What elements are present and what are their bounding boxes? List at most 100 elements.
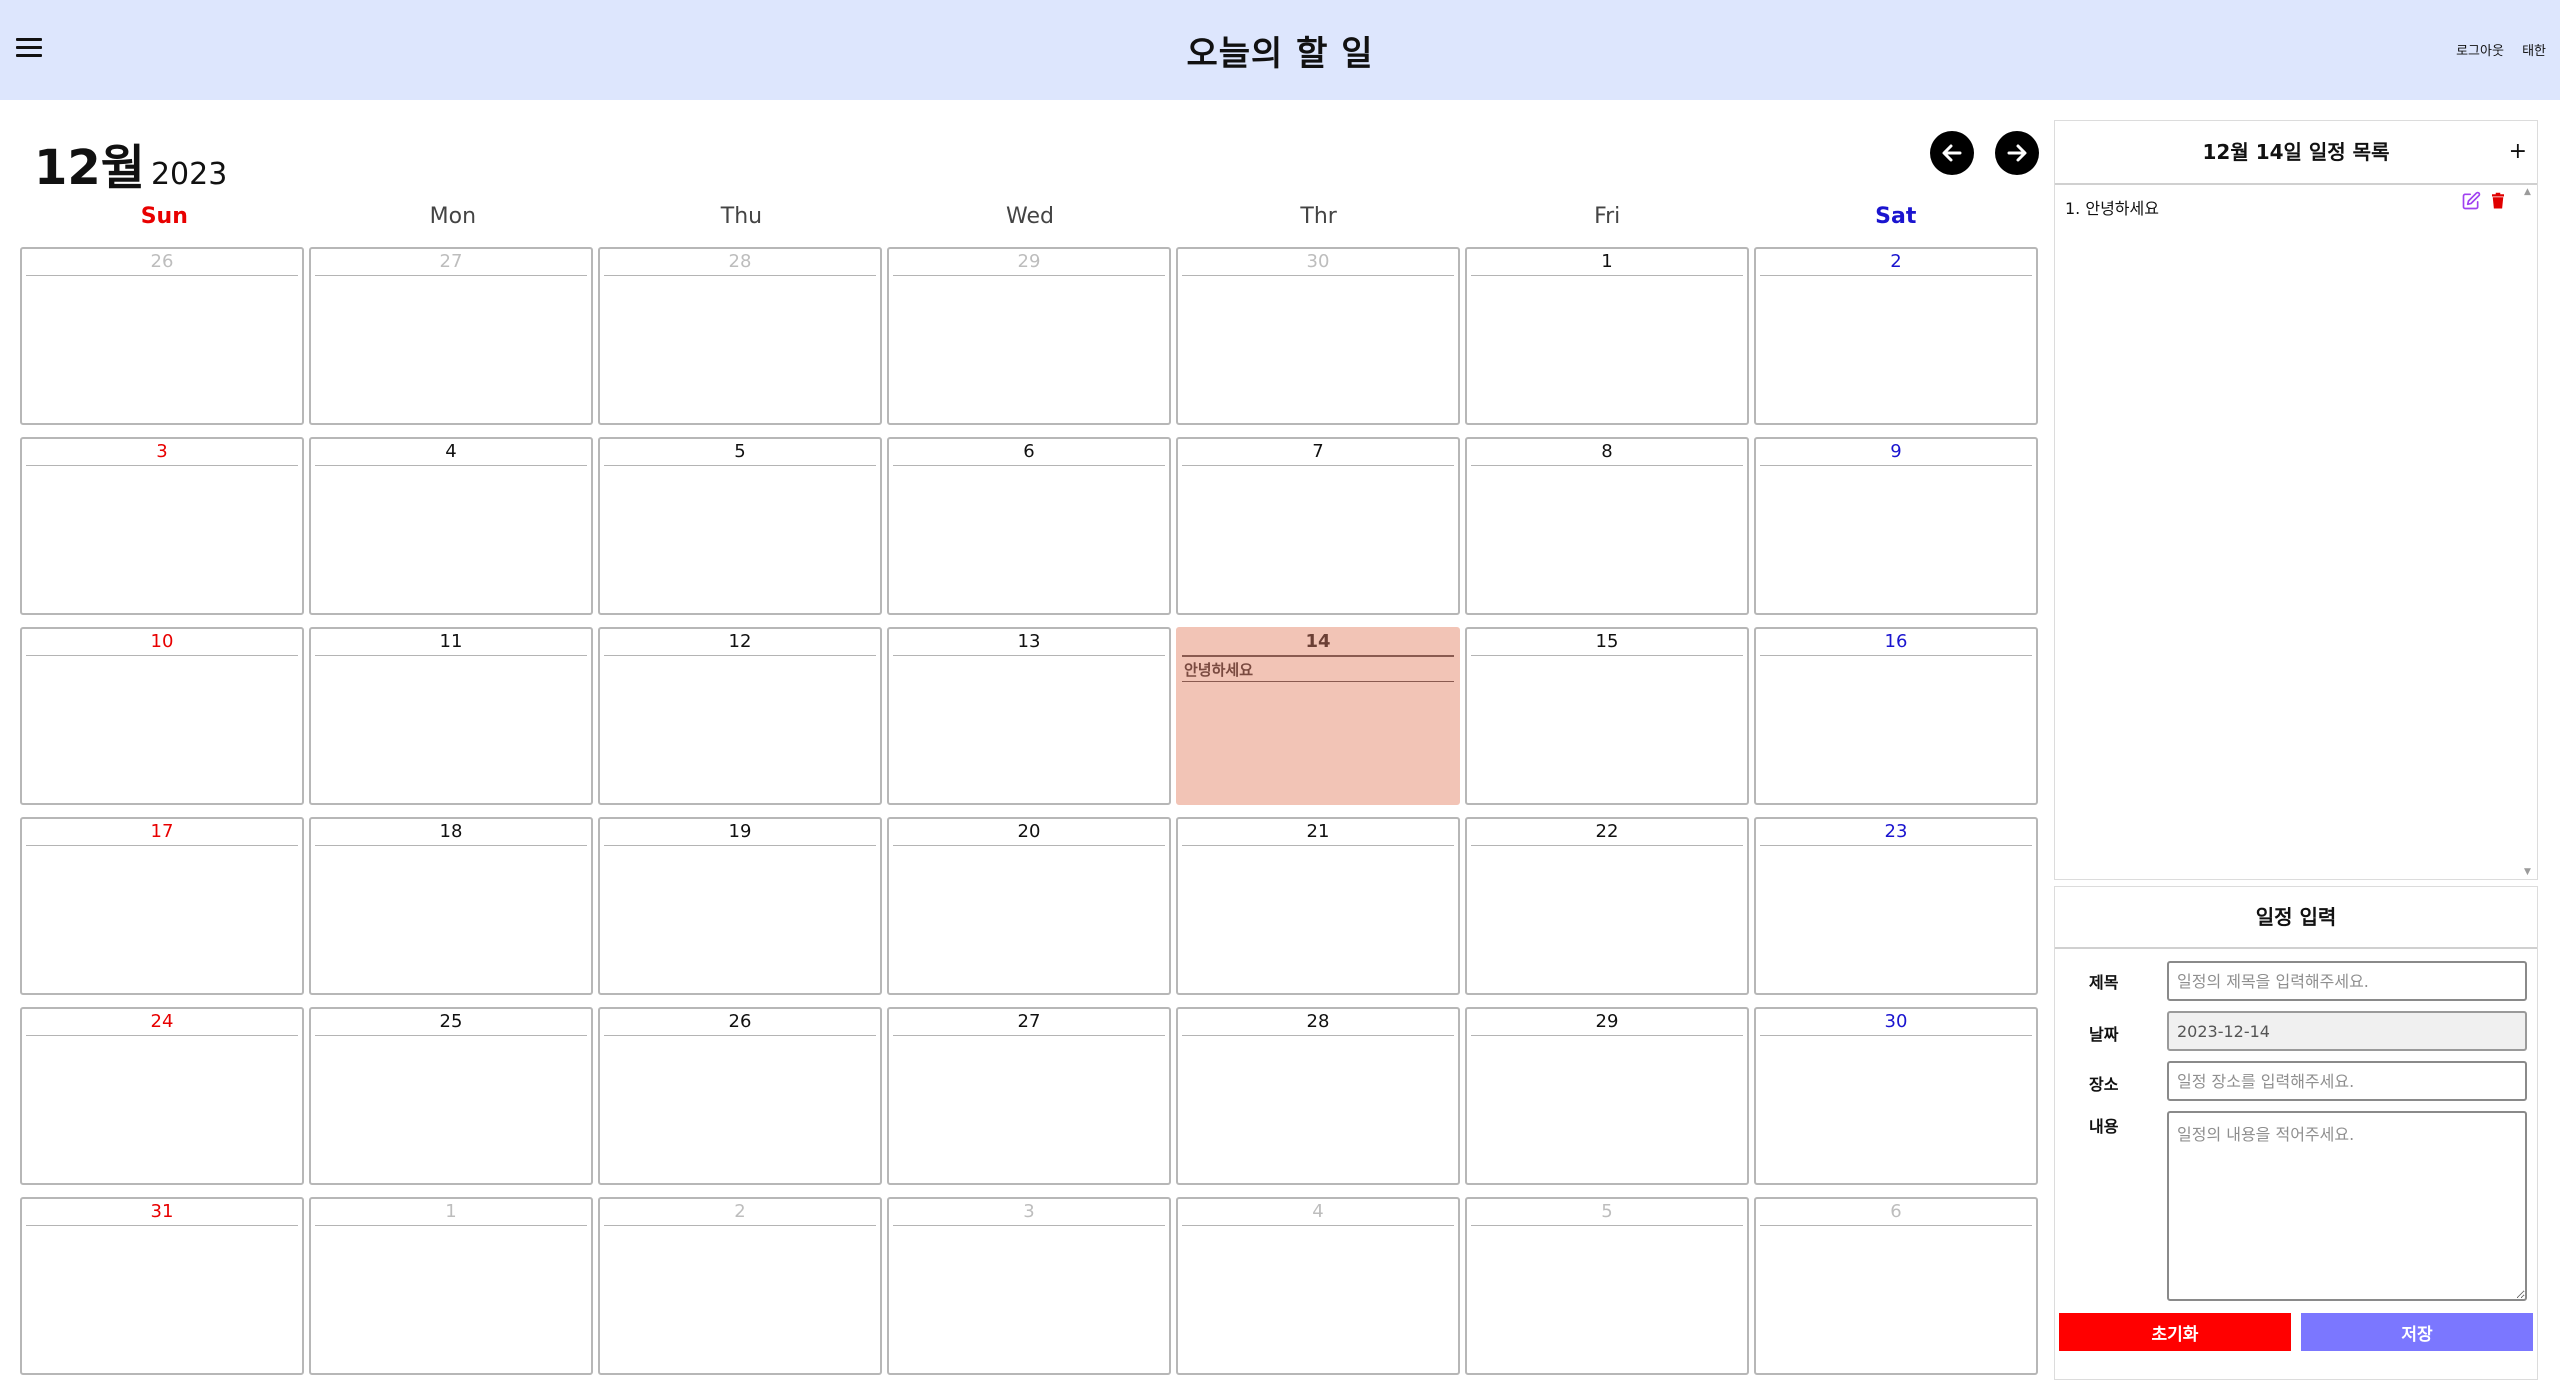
day-cell[interactable]: 27 [309,247,593,425]
trash-icon[interactable] [2489,191,2507,211]
day-cell[interactable]: 24 [20,1007,304,1185]
day-number: 14 [1182,629,1454,657]
day-number: 25 [315,1009,587,1036]
day-number: 1 [315,1199,587,1226]
save-button[interactable]: 저장 [2301,1313,2533,1351]
day-cell[interactable]: 20 [887,817,1171,995]
day-cell[interactable]: 12 [598,627,882,805]
day-cell[interactable]: 13 [887,627,1171,805]
day-cell[interactable]: 17 [20,817,304,995]
day-number: 12 [604,629,876,656]
day-cell[interactable]: 6 [1754,1197,2038,1375]
prev-month-button[interactable] [1930,131,1974,175]
day-cell[interactable]: 5 [598,437,882,615]
day-cell[interactable]: 26 [20,247,304,425]
day-cell[interactable]: 11 [309,627,593,805]
day-number: 27 [893,1009,1165,1036]
calendar-event[interactable]: 안녕하세요 [1182,659,1454,682]
day-number: 19 [604,819,876,846]
day-number: 11 [315,629,587,656]
day-cell[interactable]: 1 [309,1197,593,1375]
day-cell[interactable]: 2 [598,1197,882,1375]
scroll-up-icon[interactable]: ▲ [2524,187,2531,197]
day-number: 20 [893,819,1165,846]
day-number: 23 [1760,819,2032,846]
day-cell[interactable]: 19 [598,817,882,995]
weekday-tue: Thu [720,204,763,229]
schedule-form-title: 일정 입력 [2055,887,2537,949]
day-number: 9 [1760,439,2032,466]
day-cell[interactable]: 31 [20,1197,304,1375]
day-number: 7 [1182,439,1454,466]
edit-icon[interactable] [2461,191,2481,211]
app-header: 오늘의 할 일 로그아웃 태한 [0,0,2560,100]
day-number: 22 [1471,819,1743,846]
scroll-down-icon[interactable]: ▼ [2524,867,2531,877]
day-number: 4 [1182,1199,1454,1226]
day-number: 5 [604,439,876,466]
date-input[interactable] [2167,1011,2527,1051]
day-number: 16 [1760,629,2032,656]
user-name-link[interactable]: 태한 [2522,44,2546,59]
day-cell[interactable]: 10 [20,627,304,805]
day-cell[interactable]: 9 [1754,437,2038,615]
day-cell[interactable]: 27 [887,1007,1171,1185]
day-cell[interactable]: 4 [309,437,593,615]
day-number: 21 [1182,819,1454,846]
weekday-mon: Mon [429,204,477,229]
day-cell[interactable]: 25 [309,1007,593,1185]
schedule-list-item[interactable]: 1. 안녕하세요 [2065,195,2159,219]
day-cell[interactable]: 28 [1176,1007,1460,1185]
day-cell[interactable]: 18 [309,817,593,995]
day-cell[interactable]: 30 [1754,1007,2038,1185]
weekday-wed: Wed [1006,204,1054,229]
day-cell[interactable]: 29 [1465,1007,1749,1185]
calendar-grid: 26 27 28 29 30 1 2 3 4 5 6 7 8 9 10 11 1… [20,247,2040,1379]
day-cell[interactable]: 16 [1754,627,2038,805]
day-cell[interactable]: 23 [1754,817,2038,995]
day-cell[interactable]: 22 [1465,817,1749,995]
day-cell[interactable]: 30 [1176,247,1460,425]
next-month-button[interactable] [1995,131,2039,175]
day-number: 6 [893,439,1165,466]
date-label: 날짜 [2089,1025,2119,1044]
day-cell[interactable]: 1 [1465,247,1749,425]
reset-button[interactable]: 초기화 [2059,1313,2291,1351]
day-cell[interactable]: 3 [887,1197,1171,1375]
day-cell[interactable]: 4 [1176,1197,1460,1375]
day-number: 3 [26,439,298,466]
day-cell[interactable]: 26 [598,1007,882,1185]
add-schedule-button[interactable]: + [2509,139,2527,164]
weekday-sun: Sun [140,204,188,229]
day-cell[interactable]: 29 [887,247,1171,425]
content-label: 내용 [2089,1117,2119,1136]
day-cell[interactable]: 8 [1465,437,1749,615]
weekday-header: Sun Mon Thu Wed Thr Fri Sat [20,204,2040,229]
day-cell[interactable]: 5 [1465,1197,1749,1375]
day-cell-selected[interactable]: 14 안녕하세요 [1176,627,1460,805]
arrow-right-icon [2007,144,2027,162]
day-cell[interactable]: 15 [1465,627,1749,805]
content-textarea[interactable] [2167,1111,2527,1301]
schedule-list-title: 12월 14일 일정 목록 [2202,140,2390,164]
day-number: 10 [26,629,298,656]
day-number: 1 [1471,249,1743,276]
day-cell[interactable]: 21 [1176,817,1460,995]
day-number: 17 [26,819,298,846]
day-number: 27 [315,249,587,276]
title-input[interactable] [2167,961,2527,1001]
day-cell[interactable]: 2 [1754,247,2038,425]
day-cell[interactable]: 28 [598,247,882,425]
list-scrollbar[interactable]: ▲ ▼ [2521,185,2535,879]
schedule-form-panel: 일정 입력 제목 날짜 장소 내용 초기화 저장 [2054,886,2538,1380]
logout-link[interactable]: 로그아웃 [2456,44,2504,59]
day-cell[interactable]: 6 [887,437,1171,615]
place-input[interactable] [2167,1061,2527,1101]
weekday-sat: Sat [1875,204,1917,229]
day-cell[interactable]: 3 [20,437,304,615]
day-number: 29 [893,249,1165,276]
month-label: 12월 [34,140,145,196]
day-number: 28 [1182,1009,1454,1036]
day-number: 18 [315,819,587,846]
day-cell[interactable]: 7 [1176,437,1460,615]
